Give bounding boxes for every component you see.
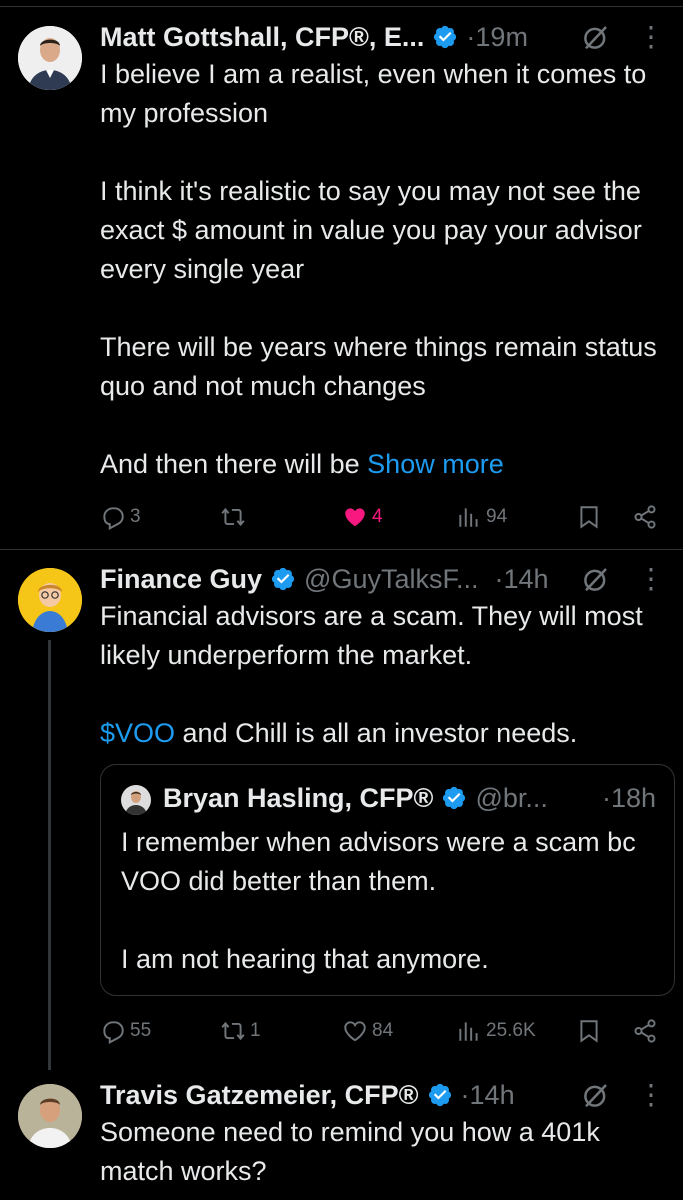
share-icon [632, 504, 658, 530]
share-button[interactable] [632, 1014, 658, 1048]
views-count: 25.6K [486, 1020, 536, 1041]
author-name[interactable]: Matt Gottshall, CFP®, E... [100, 22, 424, 53]
reply-button[interactable]: 55 [100, 1014, 151, 1048]
author-handle[interactable]: @GuyTalksF... [304, 564, 478, 595]
avatar[interactable] [18, 26, 82, 90]
repost-button[interactable] [220, 500, 250, 534]
reply-icon [100, 504, 126, 530]
repost-button[interactable]: 1 [220, 1014, 261, 1048]
paragraph: I am not hearing that anymore. [121, 944, 489, 974]
reply-count: 55 [130, 1020, 152, 1041]
action-bar: 3 4 94 [100, 500, 663, 534]
paragraph: Someone need to remind you how a 401k ma… [100, 1117, 600, 1186]
bookmark-button[interactable] [576, 500, 602, 534]
quote-author-handle: @br... [475, 782, 548, 813]
more-icon[interactable]: ⋮ [637, 23, 665, 51]
more-icon[interactable]: ⋮ [637, 1081, 665, 1109]
action-bar: 55 1 84 25.6K [100, 1014, 663, 1048]
like-icon [342, 1018, 368, 1044]
thread-line [48, 640, 51, 1070]
paragraph-text: and Chill is all an investor needs. [175, 718, 578, 748]
quote-author-name: Bryan Hasling, CFP® [163, 782, 434, 813]
author-name[interactable]: Travis Gatzemeier, CFP® [100, 1080, 419, 1111]
views-icon [456, 504, 482, 530]
cashtag-link[interactable]: $VOO [100, 718, 175, 748]
paragraph: And then there will be Show more [100, 445, 663, 484]
verified-badge-icon [270, 566, 296, 592]
paragraph-text: And then there will be [100, 449, 368, 479]
repost-icon [220, 1018, 246, 1044]
like-count: 84 [372, 1020, 394, 1041]
reply-button[interactable]: 3 [100, 500, 141, 534]
bookmark-icon [576, 1018, 602, 1044]
like-button[interactable]: 4 [342, 500, 383, 534]
like-count: 4 [372, 506, 383, 527]
reply-icon [100, 1018, 126, 1044]
quote-avatar [121, 785, 151, 815]
verified-badge-icon [427, 1082, 453, 1108]
repost-count: 1 [250, 1020, 261, 1041]
post-text: I believe I am a realist, even when it c… [100, 55, 663, 484]
views-icon [456, 1018, 482, 1044]
bookmark-icon [576, 504, 602, 530]
timestamp[interactable]: ·14h [495, 564, 549, 595]
verified-badge-icon [441, 785, 467, 811]
views-button[interactable]: 25.6K [456, 1014, 536, 1048]
paragraph: Financial advisors are a scam. They will… [100, 601, 643, 670]
paragraph: I think it's realistic to say you may no… [100, 176, 642, 284]
post-text: Financial advisors are a scam. They will… [100, 597, 663, 753]
paragraph: I remember when advisors were a scam bc … [121, 827, 636, 896]
views-button[interactable]: 94 [456, 500, 507, 534]
top-divider [0, 0, 683, 7]
grok-icon[interactable] [581, 22, 611, 52]
grok-icon[interactable] [581, 564, 611, 594]
share-button[interactable] [632, 500, 658, 534]
show-more-link[interactable]: Show more [367, 449, 504, 479]
share-icon [632, 1018, 658, 1044]
timestamp[interactable]: ·19m [466, 22, 528, 53]
avatar[interactable] [18, 1084, 82, 1148]
reply-count: 3 [130, 506, 141, 527]
timestamp[interactable]: ·14h [461, 1080, 515, 1111]
like-icon [342, 504, 368, 530]
quote-header: Bryan Hasling, CFP® @br... ·18h [163, 781, 656, 815]
post-text: Someone need to remind you how a 401k ma… [100, 1113, 663, 1191]
post-header: Travis Gatzemeier, CFP® ·14h ⋮ [100, 1078, 665, 1112]
paragraph: I believe I am a realist, even when it c… [100, 59, 647, 128]
quote-timestamp: ·18h [601, 782, 656, 813]
views-count: 94 [486, 506, 508, 527]
divider [0, 549, 683, 550]
paragraph: There will be years where things remain … [100, 332, 657, 401]
post-header: Finance Guy @GuyTalksF... ·14h ⋮ [100, 562, 665, 596]
quote-text: I remember when advisors were a scam bc … [121, 823, 656, 979]
author-name[interactable]: Finance Guy [100, 564, 262, 595]
bookmark-button[interactable] [576, 1014, 602, 1048]
avatar[interactable] [18, 568, 82, 632]
paragraph: $VOO and Chill is all an investor needs. [100, 714, 663, 753]
like-button[interactable]: 84 [342, 1014, 393, 1048]
grok-icon[interactable] [581, 1080, 611, 1110]
more-icon[interactable]: ⋮ [637, 565, 665, 593]
repost-icon [220, 504, 246, 530]
quoted-post[interactable]: Bryan Hasling, CFP® @br... ·18h I rememb… [100, 764, 675, 996]
verified-badge-icon [432, 24, 458, 50]
post-header: Matt Gottshall, CFP®, E... ·19m ⋮ [100, 20, 665, 54]
